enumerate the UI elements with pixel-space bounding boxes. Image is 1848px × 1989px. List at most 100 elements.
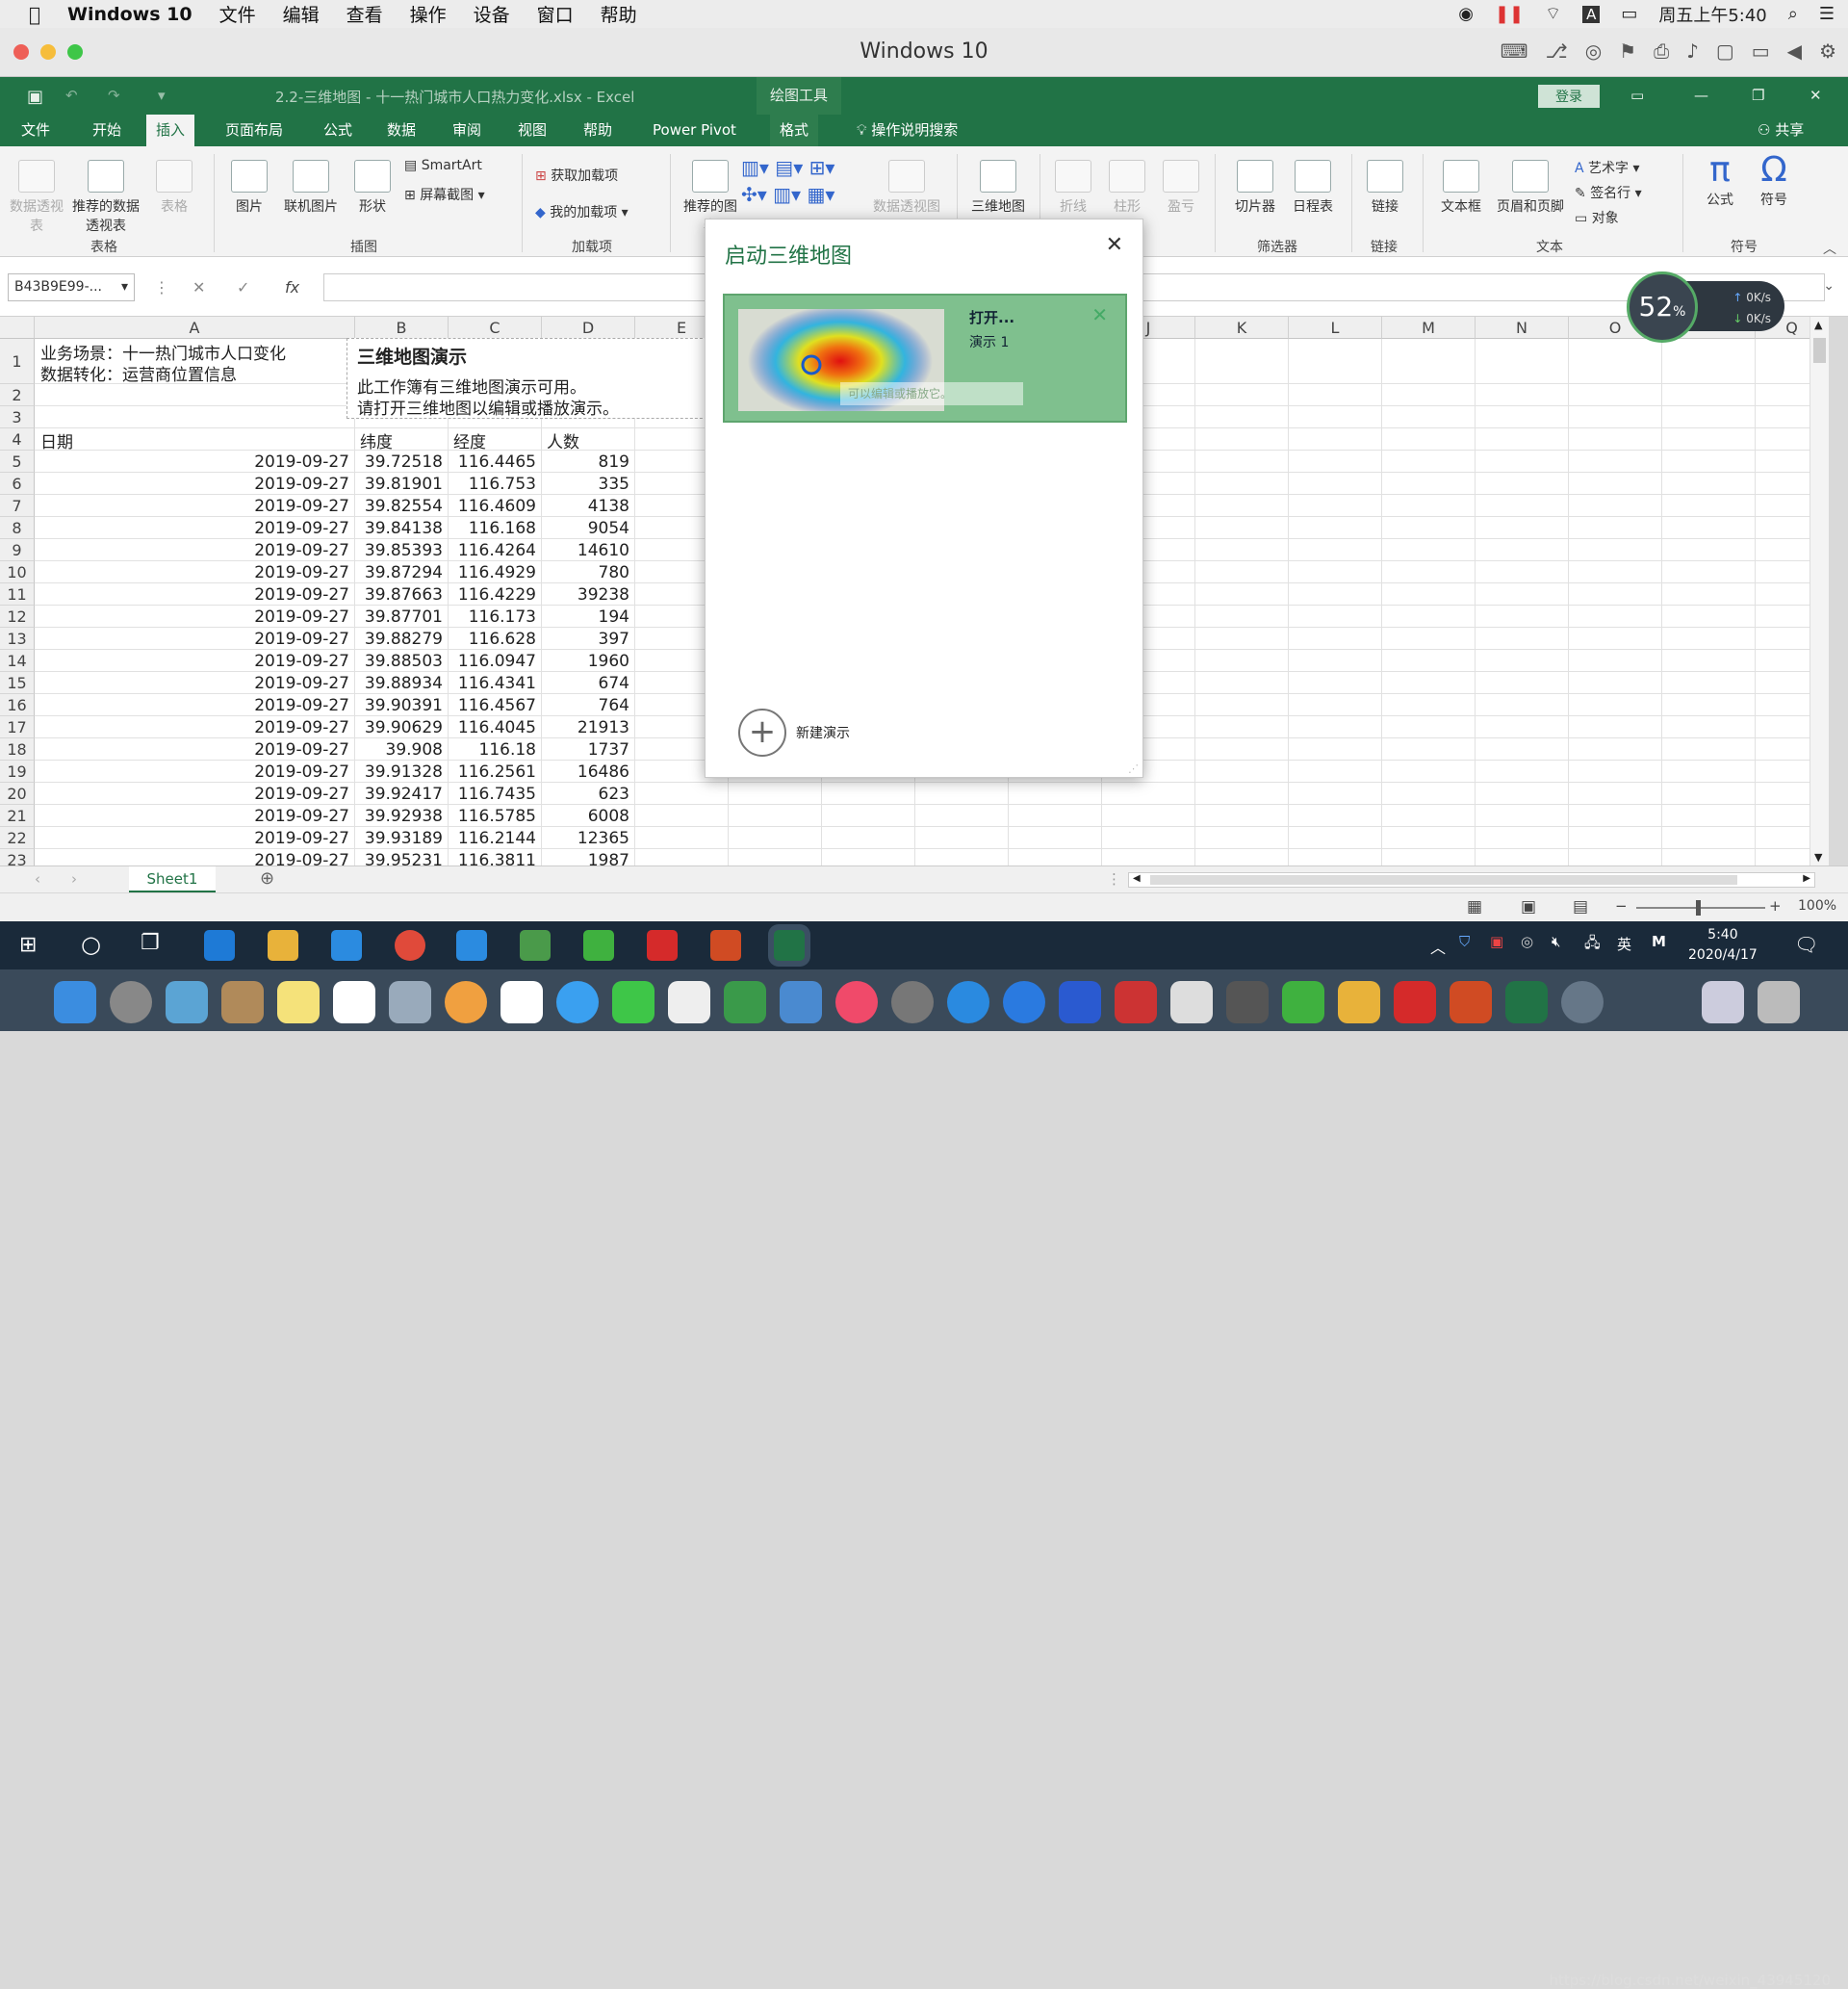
menu-edit[interactable]: 编辑 <box>283 1 320 27</box>
undo-icon[interactable]: ↶ <box>65 87 78 104</box>
wechat-icon[interactable] <box>583 930 614 961</box>
red-tray-icon[interactable]: ▣ <box>1490 933 1503 950</box>
smartart-button[interactable]: ▤ SmartArt <box>404 158 482 173</box>
column-header-k[interactable]: K <box>1195 317 1289 339</box>
data-cell[interactable]: 39.88934 <box>355 674 443 693</box>
object-button[interactable]: ▭ 对象 <box>1575 208 1619 227</box>
ime-indicator[interactable]: 英 <box>1617 934 1631 954</box>
pivot-chart-button[interactable]: 数据透视图 <box>868 160 945 216</box>
keynote-icon[interactable] <box>780 981 822 1023</box>
folder-dock-icon[interactable] <box>1338 981 1380 1023</box>
music-icon[interactable] <box>835 981 878 1023</box>
data-cell[interactable]: 39.908 <box>355 740 443 760</box>
red-dock-icon[interactable] <box>1394 981 1436 1023</box>
data-cell[interactable]: 39.88279 <box>355 630 443 649</box>
powerpoint-icon[interactable] <box>710 930 741 961</box>
tab-format[interactable]: 格式 <box>770 115 819 146</box>
data-cell[interactable]: 116.0947 <box>449 652 536 671</box>
trash-icon[interactable] <box>1758 981 1800 1023</box>
data-cell[interactable]: 2019-09-27 <box>35 630 349 649</box>
menu-actions[interactable]: 操作 <box>410 1 447 27</box>
charts-app-icon[interactable] <box>520 930 551 961</box>
data-cell[interactable]: 39238 <box>542 585 629 605</box>
notes-icon[interactable] <box>277 981 320 1023</box>
data-cell[interactable]: 39.90391 <box>355 696 443 715</box>
data-cell[interactable]: 335 <box>542 475 629 494</box>
column-header-a[interactable]: A <box>35 317 355 339</box>
zoom-slider[interactable] <box>1636 907 1765 909</box>
documents-dock-icon[interactable] <box>1702 981 1744 1023</box>
row-header[interactable]: 8 <box>0 517 35 539</box>
data-cell[interactable]: 39.85393 <box>355 541 443 560</box>
ie-second-icon[interactable] <box>456 930 487 961</box>
data-cell[interactable]: 116.173 <box>449 607 536 627</box>
mute-tray-icon[interactable]: 🔇︎ <box>1552 933 1560 950</box>
data-cell[interactable]: 39.95231 <box>355 851 443 865</box>
shapes-button[interactable]: 形状 <box>348 160 397 216</box>
tour-open-label[interactable]: 打开... <box>969 307 1014 327</box>
launchpad-icon[interactable] <box>110 981 152 1023</box>
data-cell[interactable]: 116.7435 <box>449 785 536 804</box>
wechat-tray-icon[interactable]: ◎ <box>1521 933 1533 950</box>
tab-help[interactable]: 帮助 <box>574 115 622 146</box>
row-header[interactable]: 20 <box>0 783 35 805</box>
data-cell[interactable]: 2019-09-27 <box>35 851 349 865</box>
scroll-right-icon[interactable]: ▶ <box>1803 873 1810 884</box>
data-cell[interactable]: 9054 <box>542 519 629 538</box>
tell-me-search[interactable]: 💡︎ 操作说明搜索 <box>847 115 967 146</box>
name-box[interactable]: B43B9E99-... ▾ <box>8 273 135 301</box>
data-cell[interactable]: 116.4229 <box>449 585 536 605</box>
data-cell[interactable]: 39.92417 <box>355 785 443 804</box>
screenshot-button[interactable]: ⊞ 屏幕截图 ▾ <box>404 185 485 204</box>
collapse-ribbon-icon[interactable]: ︿ <box>1823 239 1836 258</box>
menu-clock[interactable]: 周五上午5:40 <box>1658 2 1766 27</box>
chart-types-gallery[interactable]: ▥▾ ▤▾ ⊞▾ ✣▾ ▥▾ ▦▾ <box>741 154 866 208</box>
data-cell[interactable]: 2019-09-27 <box>35 696 349 715</box>
data-cell[interactable]: 39.87701 <box>355 607 443 627</box>
sparkline-column-button[interactable]: 柱形 <box>1103 160 1151 216</box>
zoom-out-icon[interactable]: − <box>1615 897 1628 915</box>
data-cell[interactable]: 1960 <box>542 652 629 671</box>
share-button[interactable]: ⚇ 共享 <box>1748 115 1813 146</box>
data-cell[interactable]: 39.87663 <box>355 585 443 605</box>
messages-icon[interactable] <box>556 981 599 1023</box>
textbox-button[interactable]: 文本框 <box>1434 160 1488 216</box>
data-cell[interactable]: 2019-09-27 <box>35 563 349 582</box>
data-cell[interactable]: 780 <box>542 563 629 582</box>
usb-icon[interactable]: ⎇ <box>1546 39 1568 63</box>
row-header[interactable]: 19 <box>0 761 35 783</box>
back-icon[interactable]: ◀ <box>1787 39 1802 63</box>
tab-file[interactable]: 文件 <box>12 115 60 146</box>
data-cell[interactable]: 116.18 <box>449 740 536 760</box>
close-box-icon[interactable] <box>1226 981 1269 1023</box>
pivot-table-button[interactable]: 数据透视表 <box>10 160 64 235</box>
keyboard-icon[interactable]: ⌨ <box>1501 39 1528 63</box>
data-cell[interactable]: 2019-09-27 <box>35 785 349 804</box>
cell-a1-line2[interactable]: 数据转化：运营商位置信息 <box>40 361 237 385</box>
data-cell[interactable]: 397 <box>542 630 629 649</box>
finder-icon[interactable] <box>54 981 96 1023</box>
header-lat[interactable]: 纬度 <box>360 428 393 452</box>
cancel-icon[interactable]: ✕ <box>192 278 205 297</box>
data-cell[interactable]: 2019-09-27 <box>35 497 349 516</box>
column-header-n[interactable]: N <box>1476 317 1569 339</box>
data-cell[interactable]: 2019-09-27 <box>35 585 349 605</box>
red-app-icon[interactable] <box>647 930 678 961</box>
sparkline-winloss-button[interactable]: 盈亏 <box>1157 160 1205 216</box>
app-store-icon[interactable] <box>1003 981 1045 1023</box>
dialog-close-icon[interactable]: ✕ <box>1106 233 1123 257</box>
row-header[interactable]: 3 <box>0 406 35 428</box>
flag-icon[interactable]: ⚑ <box>1619 39 1636 63</box>
column-header-c[interactable]: C <box>449 317 542 339</box>
tour-card[interactable]: 打开... 演示 1 ✕ 可以编辑或播放它。 <box>723 294 1127 423</box>
data-cell[interactable]: 116.3811 <box>449 851 536 865</box>
row-header[interactable]: 9 <box>0 539 35 561</box>
signature-line-button[interactable]: ✎ 签名行 ▾ <box>1575 183 1642 202</box>
spotlight-icon[interactable]: ⌕ <box>1788 4 1798 24</box>
numbers-icon[interactable] <box>724 981 766 1023</box>
timeline-button[interactable]: 日程表 <box>1286 160 1340 216</box>
reminders-icon[interactable] <box>333 981 375 1023</box>
normal-view-icon[interactable]: ▦ <box>1467 897 1482 917</box>
horizontal-scrollbar[interactable]: ◀ ▶ <box>1128 872 1815 888</box>
row-header[interactable]: 2 <box>0 384 35 406</box>
